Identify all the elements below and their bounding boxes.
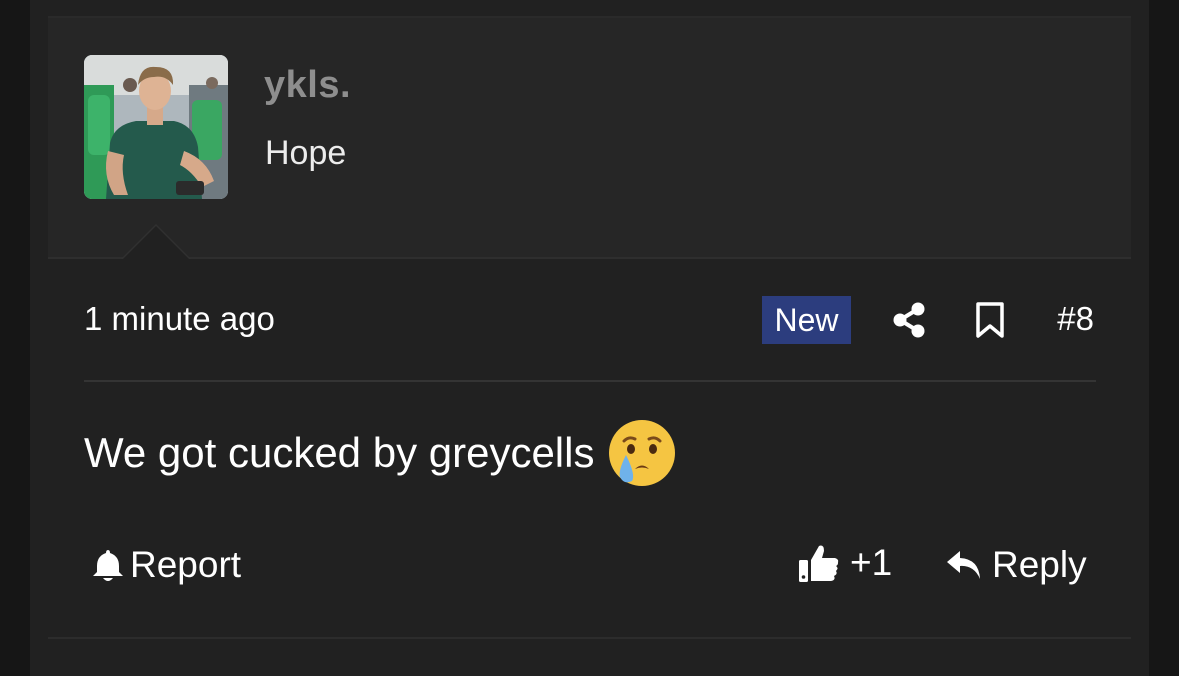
avatar[interactable] xyxy=(84,55,228,199)
reply-label: Reply xyxy=(992,544,1087,585)
reply-arrow-icon xyxy=(947,551,980,579)
post-meta-row: 1 minute ago New #8 xyxy=(84,296,1096,344)
bookmark-icon xyxy=(976,302,1004,338)
post-message: We got cucked by greycells xyxy=(84,418,676,488)
user-title: Hope xyxy=(265,134,347,172)
post-actions: Report +1 Reply xyxy=(84,538,1096,594)
bottom-divider xyxy=(48,637,1131,639)
like-button[interactable]: +1 xyxy=(798,542,892,584)
post-message-text: We got cucked by greycells xyxy=(84,429,595,476)
post-number-link[interactable]: #8 xyxy=(1057,300,1094,338)
meta-divider xyxy=(84,380,1096,382)
report-button[interactable]: Report xyxy=(92,544,241,586)
share-button[interactable] xyxy=(892,302,926,338)
new-badge: New xyxy=(762,296,851,344)
page: ykls. Hope 1 minute ago New #8 We got cu… xyxy=(0,0,1179,676)
post-time[interactable]: 1 minute ago xyxy=(84,300,275,338)
share-icon xyxy=(893,302,925,338)
bookmark-button[interactable] xyxy=(974,301,1006,339)
username[interactable]: ykls. xyxy=(264,64,351,107)
report-label: Report xyxy=(130,544,242,585)
thumbs-up-icon xyxy=(799,545,839,582)
like-count: +1 xyxy=(850,542,893,583)
reply-button[interactable]: Reply xyxy=(946,544,1087,586)
bell-icon xyxy=(93,550,123,581)
header-caret xyxy=(123,226,189,259)
crying-face-emoji xyxy=(608,419,676,487)
